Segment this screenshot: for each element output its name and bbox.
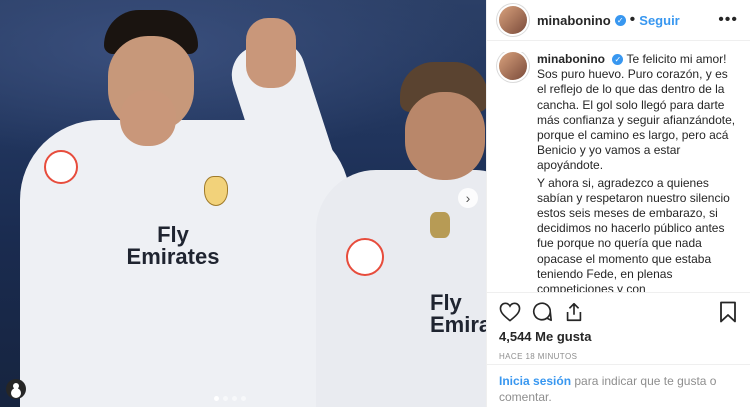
- bookmark-icon[interactable]: [717, 301, 739, 323]
- post-photo[interactable]: Fly Emirates Fly Emirat ›: [0, 0, 486, 407]
- heart-icon[interactable]: [499, 301, 521, 323]
- caption-text: minabonino ✓ Te felicito mi amor! Sos pu…: [537, 52, 739, 292]
- carousel-dots: [214, 396, 246, 401]
- login-prompt: Inicia sesión para indicar que te gusta …: [487, 364, 750, 413]
- laliga-badge-1: [44, 150, 78, 184]
- like-count[interactable]: 4,544 Me gusta: [499, 329, 739, 344]
- laliga-badge-2: [346, 238, 384, 276]
- more-options-icon[interactable]: •••: [718, 11, 738, 29]
- next-arrow-button[interactable]: ›: [458, 188, 478, 208]
- caption: minabonino ✓ Te felicito mi amor! Sos pu…: [487, 52, 750, 292]
- sponsor-text-2: Fly Emirat: [430, 290, 486, 337]
- caption-paragraph-2: Y ahora si, agradezco a quienes sabían y…: [537, 175, 730, 292]
- carousel-dot: [232, 396, 237, 401]
- comment-icon[interactable]: [531, 301, 553, 323]
- trophy-patch: [430, 212, 450, 238]
- player-1-pointing-hand: [246, 18, 296, 88]
- follow-button[interactable]: Seguir: [639, 13, 679, 28]
- post-side-panel: minabonino ✓ • Seguir ••• minabonino ✓ T…: [486, 0, 750, 407]
- player-2-face: [405, 92, 485, 180]
- carousel-dot: [223, 396, 228, 401]
- avatar[interactable]: [499, 6, 527, 34]
- caption-paragraph-1: Te felicito mi amor! Sos puro huevo. Pur…: [537, 52, 736, 173]
- login-link[interactable]: Inicia sesión: [499, 374, 571, 388]
- header-separator: •: [629, 11, 636, 28]
- caption-avatar[interactable]: [499, 52, 527, 80]
- carousel-dot: [214, 396, 219, 401]
- verified-icon: ✓: [614, 14, 626, 26]
- share-icon[interactable]: [563, 301, 585, 323]
- user-tag-icon[interactable]: [6, 379, 26, 399]
- player-1-fist: [120, 90, 176, 146]
- post-header: minabonino ✓ • Seguir •••: [487, 0, 750, 41]
- header-username[interactable]: minabonino: [537, 13, 611, 28]
- caption-username[interactable]: minabonino: [537, 52, 605, 66]
- carousel-dot: [241, 396, 246, 401]
- real-madrid-crest: [204, 176, 228, 206]
- post-timestamp[interactable]: HACE 18 MINUTOS: [499, 352, 739, 361]
- verified-icon: ✓: [612, 54, 624, 66]
- post-actions: 4,544 Me gusta HACE 18 MINUTOS: [487, 292, 750, 361]
- sponsor-text-1: Fly Emirates: [126, 222, 220, 269]
